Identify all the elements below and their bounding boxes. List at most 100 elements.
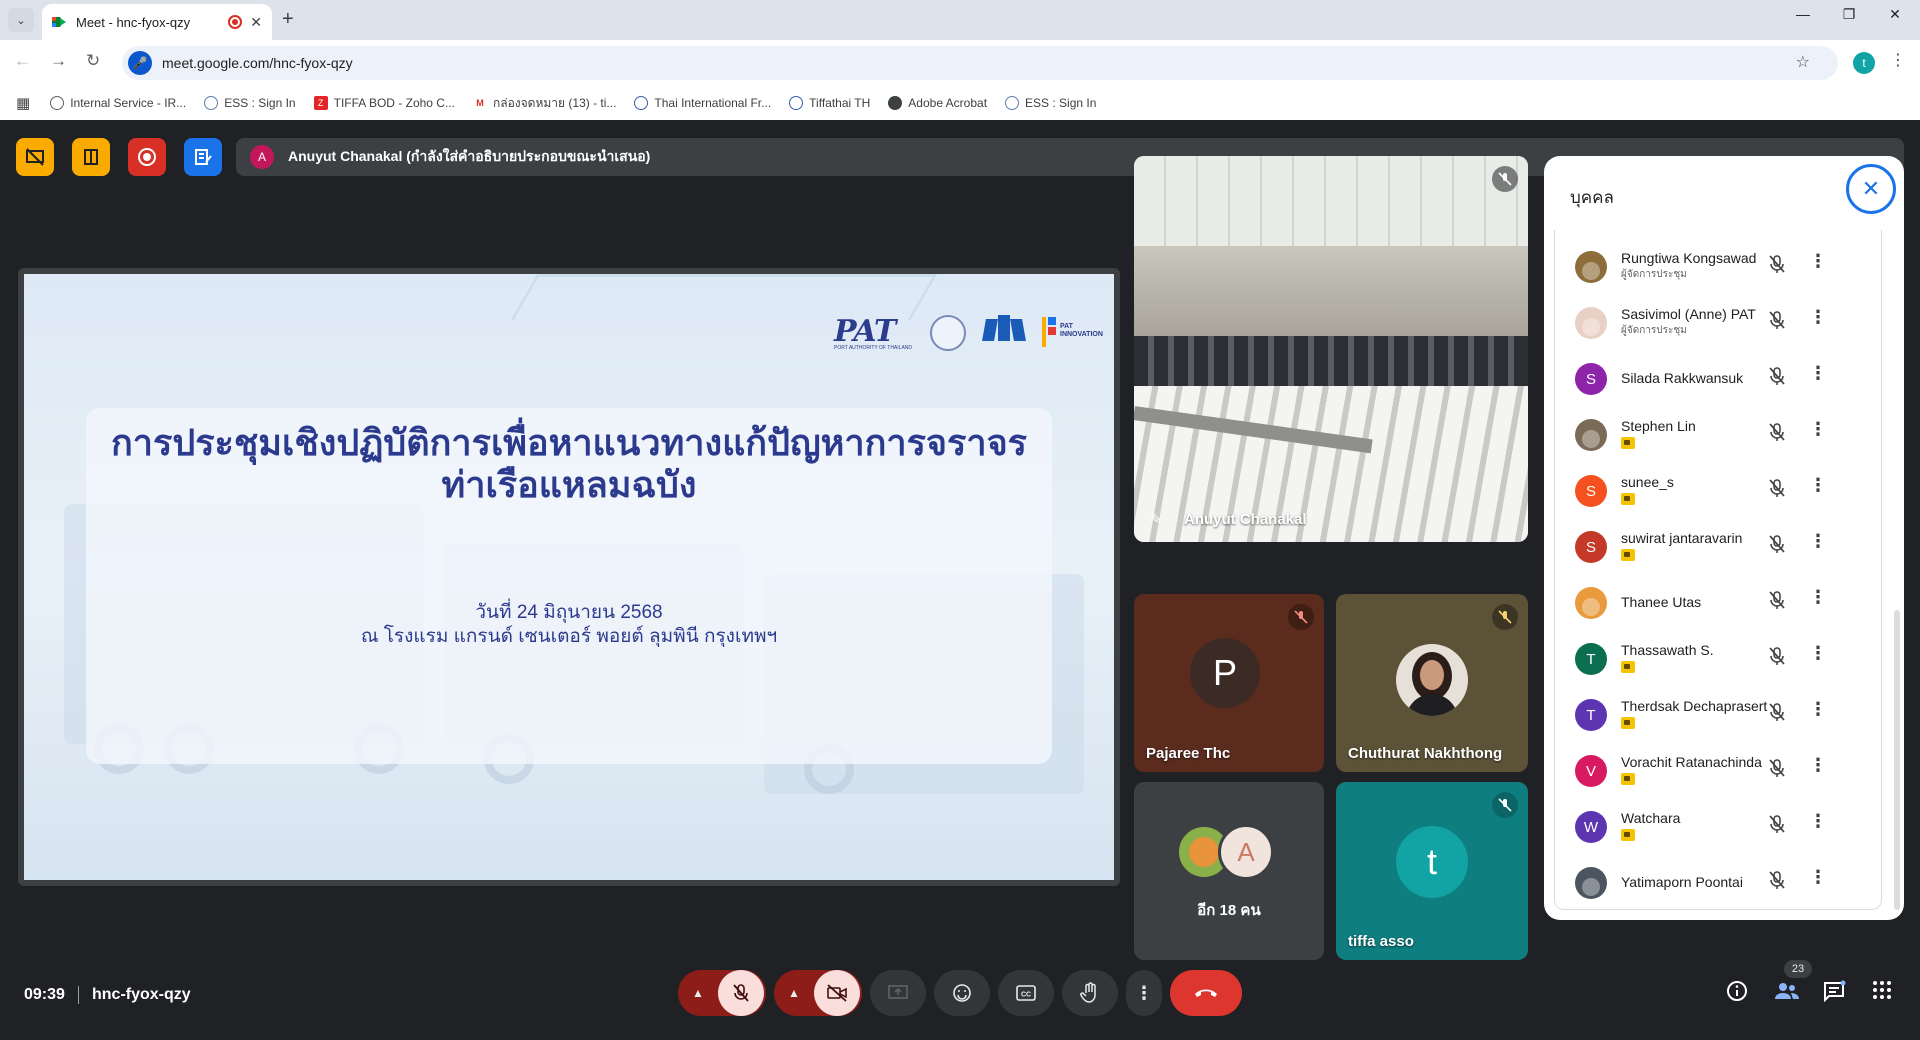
profile-avatar[interactable]: t (1853, 52, 1875, 74)
participant-row[interactable]: Ssunee_s ⋮ (1555, 462, 1883, 518)
minimize-window-icon[interactable]: — (1780, 6, 1826, 22)
camera-off-icon[interactable] (814, 970, 860, 1016)
participant-tile[interactable]: t tiffa asso (1336, 782, 1528, 960)
mic-off-icon[interactable] (1767, 254, 1787, 279)
participant-row[interactable]: Sasivimol (Anne) PAT ผู้จัดการประชุม ⋮ (1555, 294, 1883, 350)
participant-row[interactable]: Stephen Lin ⋮ (1555, 406, 1883, 462)
bookmark-item[interactable]: Internal Service - IR... (50, 96, 186, 110)
tab-close-icon[interactable]: ✕ (250, 14, 262, 31)
raise-hand-icon[interactable] (1062, 970, 1118, 1016)
participant-more-icon[interactable]: ⋮ (1809, 587, 1827, 608)
camera-control[interactable]: ▲ (774, 970, 862, 1016)
browser-menu-icon[interactable]: ⋮ (1890, 50, 1906, 70)
new-tab-plus-icon[interactable]: + (282, 8, 294, 31)
close-window-icon[interactable]: ✕ (1872, 6, 1918, 23)
browser-tab-meet[interactable]: Meet - hnc-fyox-qzy ✕ (42, 4, 272, 40)
acrobat-icon (888, 96, 903, 110)
participant-role: ผู้จัดการประชุม (1621, 325, 1687, 336)
presenting-badge-icon (1621, 493, 1635, 505)
bookmark-item[interactable]: Adobe Acrobat (888, 96, 987, 110)
participant-row[interactable]: W Watchara ⋮ (1555, 798, 1883, 854)
apps-grid-icon[interactable]: ▦ (16, 94, 30, 112)
participant-list[interactable]: Rungtiwa Kongsawad ผู้จัดการประชุม ⋮ Sasivi… (1554, 230, 1882, 910)
more-participants-tile[interactable]: A อีก 18 คน (1134, 782, 1324, 960)
recording-icon[interactable] (128, 138, 166, 176)
muted-mic-icon (1492, 166, 1518, 192)
reload-icon[interactable]: ↻ (86, 51, 100, 71)
bookmark-item[interactable]: M กล่องจดหมาย (13) - ti... (473, 94, 616, 113)
participant-more-icon[interactable]: ⋮ (1809, 643, 1827, 664)
participant-tile[interactable]: Chuthurat Nakhthong (1336, 594, 1528, 772)
participant-row[interactable]: T Thassawath S. ⋮ (1555, 630, 1883, 686)
address-bar[interactable]: 🎤 meet.google.com/hnc-fyox-qzy ☆ (122, 46, 1838, 80)
bookmark-item[interactable]: ESS : Sign In (1005, 96, 1096, 110)
present-screen-icon[interactable] (870, 970, 926, 1016)
mic-off-icon[interactable] (1767, 366, 1787, 391)
stop-presenting-icon[interactable] (16, 138, 54, 176)
mic-off-icon[interactable] (1767, 534, 1787, 559)
participant-tile[interactable]: P Pajaree Thc (1134, 594, 1324, 772)
mic-options-chevron-icon[interactable]: ▲ (678, 986, 718, 1000)
participant-more-icon[interactable]: ⋮ (1809, 755, 1827, 776)
mic-off-icon[interactable] (1767, 646, 1787, 671)
leave-call-icon[interactable] (1170, 970, 1242, 1016)
people-icon[interactable] (1774, 980, 1800, 1008)
host-controls-icon[interactable] (72, 138, 110, 176)
participant-avatar: t (1396, 826, 1468, 898)
restore-window-icon[interactable]: ❐ (1826, 6, 1872, 23)
chat-icon[interactable] (1822, 980, 1846, 1008)
participant-more-icon[interactable]: ⋮ (1809, 867, 1827, 888)
participant-row[interactable]: V Vorachit Ratanachinda ⋮ (1555, 742, 1883, 798)
participant-name: tiffa asso (1348, 933, 1414, 950)
participant-row[interactable]: Ssuwirat jantaravarin ⋮ (1555, 518, 1883, 574)
back-arrow-icon[interactable]: ← (14, 51, 31, 71)
participant-list-scrollbar[interactable] (1894, 610, 1900, 910)
mic-off-icon[interactable] (1767, 590, 1787, 615)
mic-off-icon[interactable] (1767, 310, 1787, 335)
participant-row[interactable]: Rungtiwa Kongsawad ผู้จัดการประชุม ⋮ (1555, 238, 1883, 294)
captions-icon[interactable]: CC (998, 970, 1054, 1016)
meet-control-bar: 09:39 hnc-fyox-qzy ▲ ▲ CC ⋮ 23 (0, 950, 1920, 1040)
forward-arrow-icon[interactable]: → (50, 51, 67, 71)
participant-row[interactable]: Thanee Utas ⋮ (1555, 574, 1883, 630)
more-options-icon[interactable]: ⋮ (1126, 970, 1162, 1016)
participant-tile-main[interactable]: ✎ Anuyut Chanakal (1134, 156, 1528, 542)
participant-row[interactable]: T Therdsak Dechaprasert ⋮ (1555, 686, 1883, 742)
site-mic-permission-icon[interactable]: 🎤 (128, 51, 152, 75)
camera-options-chevron-icon[interactable]: ▲ (774, 986, 814, 1000)
meeting-info-icon[interactable] (1726, 980, 1748, 1008)
mic-off-icon[interactable] (1767, 702, 1787, 727)
mic-off-icon[interactable] (1767, 870, 1787, 895)
mic-off-icon[interactable] (1767, 758, 1787, 783)
mic-off-icon[interactable] (1767, 814, 1787, 839)
mic-off-icon[interactable] (1767, 478, 1787, 503)
bookmark-item[interactable]: Z TIFFA BOD - Zoho C... (313, 96, 455, 110)
participant-more-icon[interactable]: ⋮ (1809, 699, 1827, 720)
participant-row[interactable]: Yatimaporn Poontai ⋮ (1555, 854, 1883, 910)
participant-more-icon[interactable]: ⋮ (1809, 531, 1827, 552)
bookmark-item[interactable]: ESS : Sign In (204, 96, 296, 110)
annotate-icon[interactable] (184, 138, 222, 176)
activities-grid-icon[interactable] (1872, 980, 1892, 1006)
bookmark-item[interactable]: Tiffathai TH (789, 96, 870, 110)
participant-more-icon[interactable]: ⋮ (1809, 251, 1827, 272)
url-text[interactable]: meet.google.com/hnc-fyox-qzy (162, 55, 353, 71)
emoji-reactions-icon[interactable] (934, 970, 990, 1016)
bookmark-star-icon[interactable]: ☆ (1796, 52, 1810, 72)
participant-role: ผู้จัดการประชุม (1621, 269, 1687, 280)
mic-off-icon[interactable] (1767, 422, 1787, 447)
tab-search-chevron-icon[interactable]: ⌄ (8, 8, 34, 32)
participant-more-icon[interactable]: ⋮ (1809, 307, 1827, 328)
participant-more-icon[interactable]: ⋮ (1809, 419, 1827, 440)
participant-more-icon[interactable]: ⋮ (1809, 363, 1827, 384)
people-count-badge: 23 (1784, 960, 1812, 978)
close-panel-icon[interactable]: ✕ (1846, 164, 1896, 214)
participant-row[interactable]: S Silada Rakkwansuk ⋮ (1555, 350, 1883, 406)
bookmark-item[interactable]: Thai International Fr... (634, 96, 771, 110)
mic-off-icon[interactable] (718, 970, 764, 1016)
presenting-badge-icon (1621, 717, 1635, 729)
participant-more-icon[interactable]: ⋮ (1809, 811, 1827, 832)
presentation-view[interactable]: PAT PORT AUTHORITY OF THAILAND PAT INNOV… (18, 268, 1120, 886)
microphone-control[interactable]: ▲ (678, 970, 766, 1016)
participant-more-icon[interactable]: ⋮ (1809, 475, 1827, 496)
